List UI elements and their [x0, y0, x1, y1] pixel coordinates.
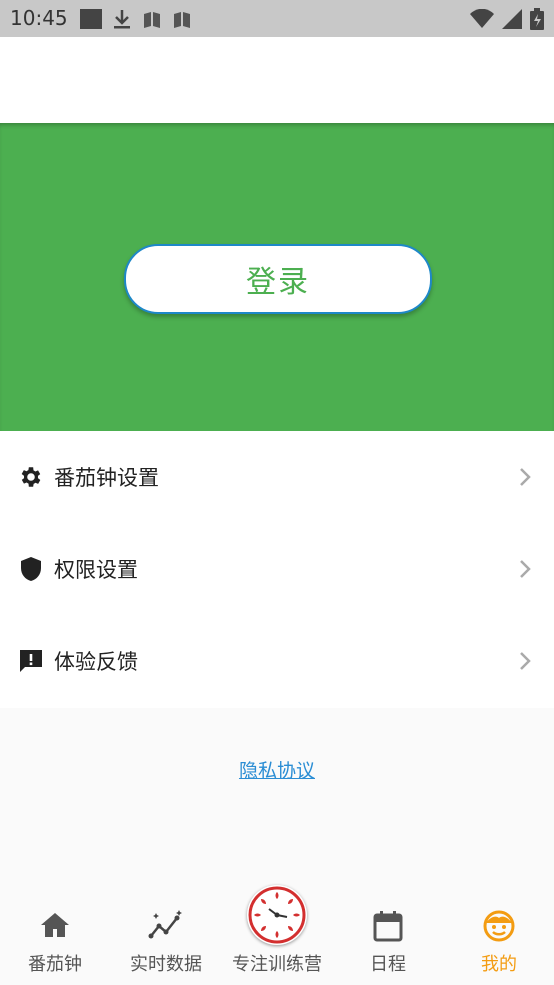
clock-dial-graphic	[248, 886, 306, 944]
notification-square-icon	[80, 9, 102, 29]
nav-tab-realtime-data[interactable]: 实时数据	[111, 880, 221, 985]
app-bar	[0, 37, 554, 123]
chevron-right-icon	[520, 560, 531, 578]
nav-tab-pomodoro[interactable]: 番茄钟	[0, 880, 110, 985]
sparkline-icon	[148, 910, 182, 939]
book-icon-2	[174, 12, 190, 28]
privacy-section: 隐私协议	[0, 708, 554, 880]
download-icon	[114, 10, 130, 29]
book-icon	[144, 12, 160, 28]
status-bar: 10:45	[0, 0, 554, 37]
nav-tab-schedule[interactable]: 日程	[333, 880, 443, 985]
status-system-icons	[470, 8, 544, 30]
nav-tab-label: 实时数据	[130, 954, 202, 975]
nav-tab-label: 番茄钟	[28, 954, 82, 975]
signal-icon	[502, 9, 522, 29]
chevron-right-icon	[520, 652, 531, 670]
gear-icon	[17, 463, 45, 491]
settings-menu: 番茄钟设置 权限设置 体验反馈	[0, 431, 554, 708]
clock-dial-icon[interactable]	[247, 885, 307, 945]
hero-banner: 登录	[0, 123, 554, 431]
menu-item-feedback[interactable]: 体验反馈	[0, 615, 554, 707]
feedback-icon	[17, 647, 45, 675]
shield-icon	[17, 555, 45, 583]
menu-item-label: 体验反馈	[54, 650, 138, 674]
nav-tab-mine[interactable]: 我的	[444, 880, 554, 985]
chevron-right-icon	[520, 468, 531, 486]
privacy-policy-link[interactable]: 隐私协议	[0, 756, 554, 783]
nav-tab-label: 专注训练营	[232, 954, 322, 975]
menu-item-label: 番茄钟设置	[54, 466, 159, 490]
calendar-icon	[373, 911, 403, 942]
wifi-icon	[470, 9, 494, 28]
battery-icon	[530, 8, 544, 30]
status-notification-icons	[80, 8, 192, 30]
nav-tab-label: 日程	[370, 954, 406, 975]
status-time: 10:45	[10, 6, 68, 30]
smiley-icon	[483, 910, 515, 942]
login-button[interactable]: 登录	[124, 244, 432, 314]
menu-item-permission-settings[interactable]: 权限设置	[0, 523, 554, 615]
menu-item-label: 权限设置	[54, 558, 138, 582]
nav-tab-label: 我的	[481, 954, 517, 975]
home-icon	[41, 913, 69, 937]
menu-item-pomodoro-settings[interactable]: 番茄钟设置	[0, 431, 554, 523]
